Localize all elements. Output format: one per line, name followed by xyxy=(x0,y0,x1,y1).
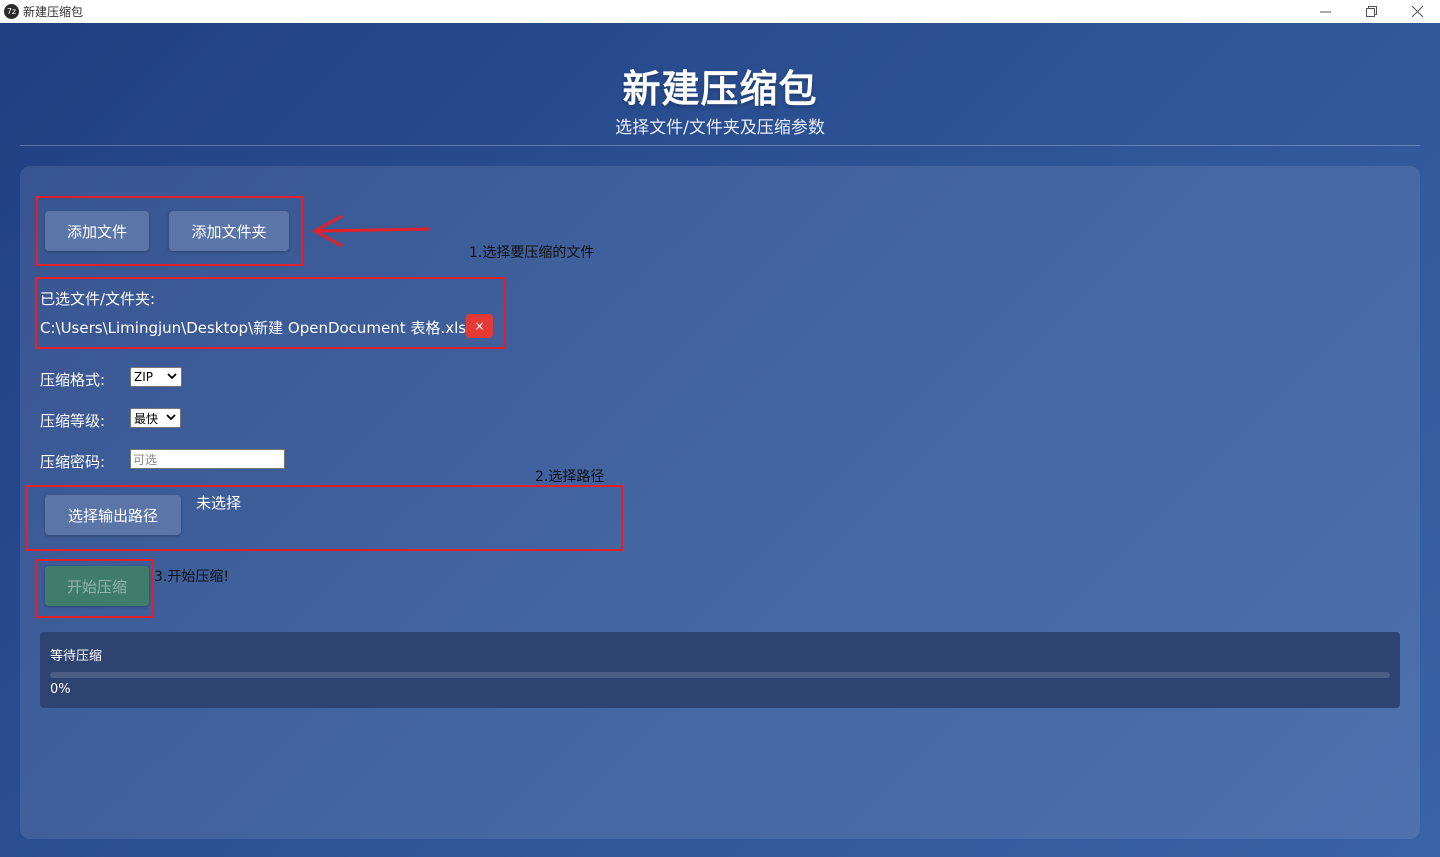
close-icon xyxy=(1411,6,1423,17)
progress-bar xyxy=(50,672,1390,678)
header-divider xyxy=(20,145,1420,146)
window-titlebar: 7z 新建压缩包 xyxy=(0,0,1440,23)
page-subtitle: 选择文件/文件夹及压缩参数 xyxy=(615,118,825,138)
minimize-icon xyxy=(1319,11,1331,13)
window-title: 新建压缩包 xyxy=(23,5,84,19)
annotation-step3: 3.开始压缩! xyxy=(154,569,229,585)
restore-icon xyxy=(1365,6,1377,17)
annotation-step2: 2.选择路径 xyxy=(535,469,605,485)
format-select-value: ZIP xyxy=(134,370,153,384)
format-label: 压缩格式: xyxy=(40,371,106,389)
minimize-button[interactable] xyxy=(1302,0,1348,23)
level-label: 压缩等级: xyxy=(40,412,106,430)
selected-files-label: 已选文件/文件夹: xyxy=(40,290,156,308)
start-compress-button[interactable]: 开始压缩 xyxy=(45,566,149,606)
format-select[interactable]: ZIP xyxy=(130,367,182,387)
chevron-down-icon xyxy=(166,414,176,421)
app-logo-icon: 7z xyxy=(4,4,19,19)
page-title: 新建压缩包 xyxy=(622,67,818,111)
progress-card: 等待压缩 0% xyxy=(40,632,1400,708)
arrow-left-icon xyxy=(311,214,431,248)
close-button[interactable] xyxy=(1394,0,1440,23)
choose-output-path-button[interactable]: 选择输出路径 xyxy=(45,495,181,535)
add-folder-button[interactable]: 添加文件夹 xyxy=(169,211,289,251)
password-label: 压缩密码: xyxy=(40,453,106,471)
level-select-value: 最快 xyxy=(134,411,159,426)
level-select[interactable]: 最快 xyxy=(130,408,181,428)
main-panel: 添加文件 添加文件夹 1.选择要压缩的文件 已选文件/文件夹: C:\Users… xyxy=(20,166,1420,839)
restore-button[interactable] xyxy=(1348,0,1394,23)
output-path-value: 未选择 xyxy=(196,494,242,512)
add-file-button[interactable]: 添加文件 xyxy=(45,211,149,251)
app-body: 新建压缩包 选择文件/文件夹及压缩参数 添加文件 添加文件夹 1.选择要压缩的文… xyxy=(0,23,1440,857)
progress-status: 等待压缩 xyxy=(50,649,103,664)
annotation-step1: 1.选择要压缩的文件 xyxy=(469,245,595,261)
progress-percent: 0% xyxy=(50,682,71,697)
remove-file-button[interactable]: × xyxy=(466,314,493,338)
password-input[interactable]: 可选 xyxy=(130,449,285,469)
selected-file-path: C:\Users\Limingjun\Desktop\新建 OpenDocume… xyxy=(40,319,475,337)
window-controls xyxy=(1302,0,1440,23)
chevron-down-icon xyxy=(167,373,177,380)
